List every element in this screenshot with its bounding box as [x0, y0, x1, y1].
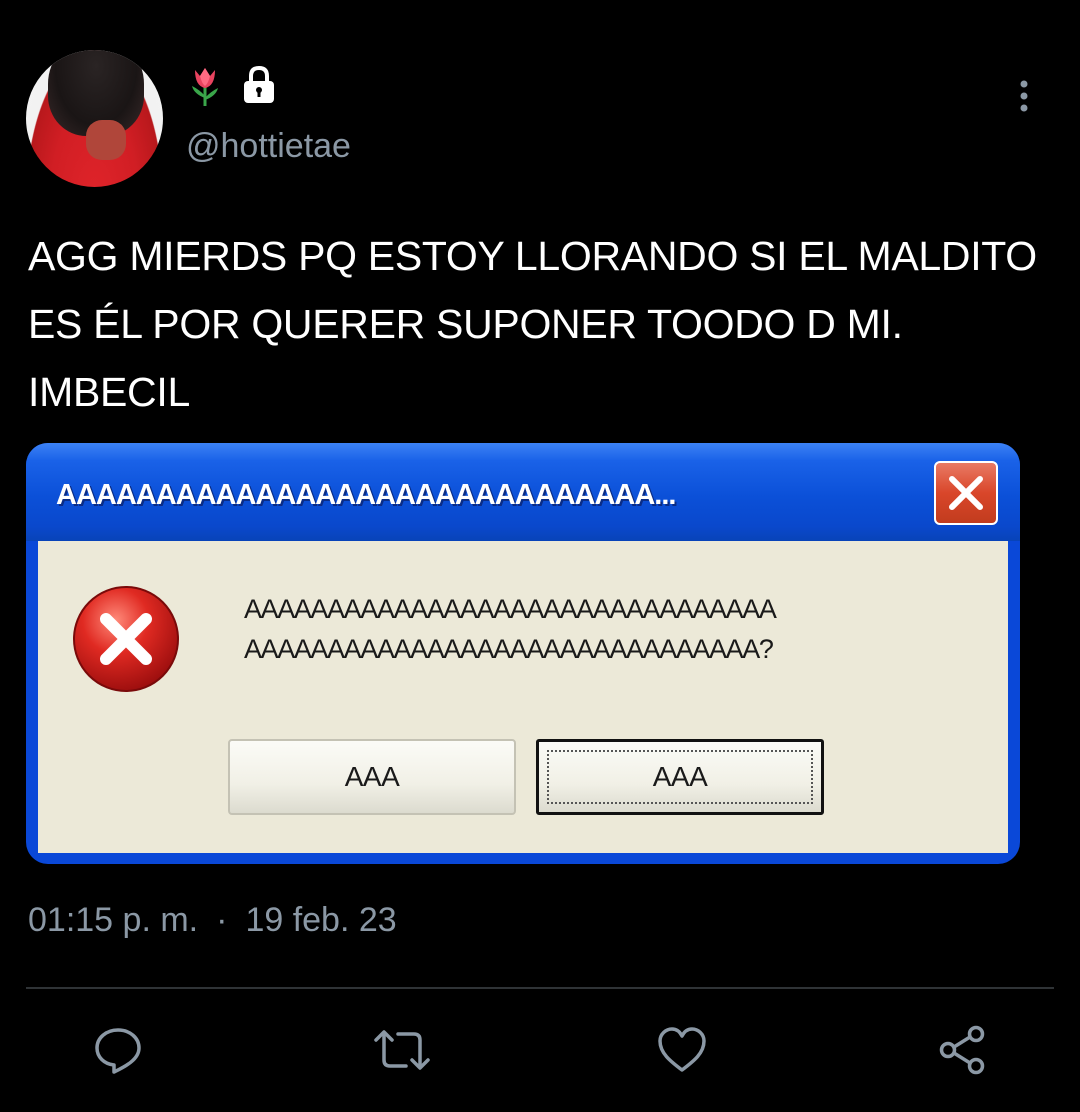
dialog-message-line: AAAAAAAAAAAAAAAAAAAAAAAAAAAAAAA?: [244, 634, 774, 664]
retweet-button[interactable]: [372, 1024, 430, 1076]
lock-icon: [240, 64, 278, 108]
close-icon: [949, 476, 983, 510]
tweet-timestamp[interactable]: 01:15 p. m. · 19 feb. 23: [28, 898, 397, 942]
error-icon: [70, 583, 182, 695]
more-options-button[interactable]: [1008, 76, 1040, 116]
avatar[interactable]: [26, 50, 163, 187]
tweet-text-line: AGG MIERDS PQ ESTOY LLORANDO SI EL MALDI…: [28, 233, 1037, 279]
user-handle[interactable]: @hottietae: [186, 124, 351, 168]
dialog-button-right-label: AAA: [652, 761, 708, 792]
tweet-text-line: ES ÉL POR QUERER SUPONER TOODO D MI.: [28, 301, 903, 347]
dialog-titlebar: AAAAAAAAAAAAAAAAAAAAAAAAAAAAAA...: [26, 443, 1020, 541]
dialog-title: AAAAAAAAAAAAAAAAAAAAAAAAAAAAAA...: [56, 479, 676, 511]
dialog-message-line: AAAAAAAAAAAAAAAAAAAAAAAAAAAAAAAA: [244, 594, 777, 624]
dialog-body: AAAAAAAAAAAAAAAAAAAAAAAAAAAAAAAA AAAAAAA…: [38, 541, 1008, 853]
avatar-neck: [86, 120, 126, 160]
dialog-close-button: [934, 461, 998, 525]
tweet-text: AGG MIERDS PQ ESTOY LLORANDO SI EL MALDI…: [28, 222, 1068, 426]
tweet-time: 01:15 p. m.: [28, 901, 199, 939]
like-icon: [658, 1027, 706, 1072]
like-button[interactable]: [656, 1024, 708, 1076]
dialog-message: AAAAAAAAAAAAAAAAAAAAAAAAAAAAAAAA AAAAAAA…: [244, 589, 777, 669]
reply-icon: [95, 1028, 141, 1074]
dialog-button-right: AAA: [536, 739, 824, 815]
tweet-text-line: IMBECIL: [28, 369, 190, 415]
retweet-icon: [374, 1030, 430, 1070]
tweet: @hottietae AGG MIERDS PQ ESTOY LLORANDO …: [0, 0, 1080, 1112]
reply-button[interactable]: [92, 1024, 144, 1076]
meta-separator: ·: [216, 901, 228, 939]
display-name-emojis: [186, 64, 278, 108]
divider: [26, 987, 1054, 989]
more-vertical-icon: [1020, 80, 1028, 112]
dialog-button-left-label: AAA: [344, 761, 400, 792]
tweet-date: 19 feb. 23: [245, 901, 397, 939]
tweet-media-image[interactable]: AAAAAAAAAAAAAAAAAAAAAAAAAAAAAA... AAAAAA…: [26, 443, 1020, 864]
share-button[interactable]: [936, 1024, 988, 1076]
tulip-icon: [186, 64, 224, 108]
dialog-button-left: AAA: [228, 739, 516, 815]
share-icon: [939, 1025, 985, 1075]
